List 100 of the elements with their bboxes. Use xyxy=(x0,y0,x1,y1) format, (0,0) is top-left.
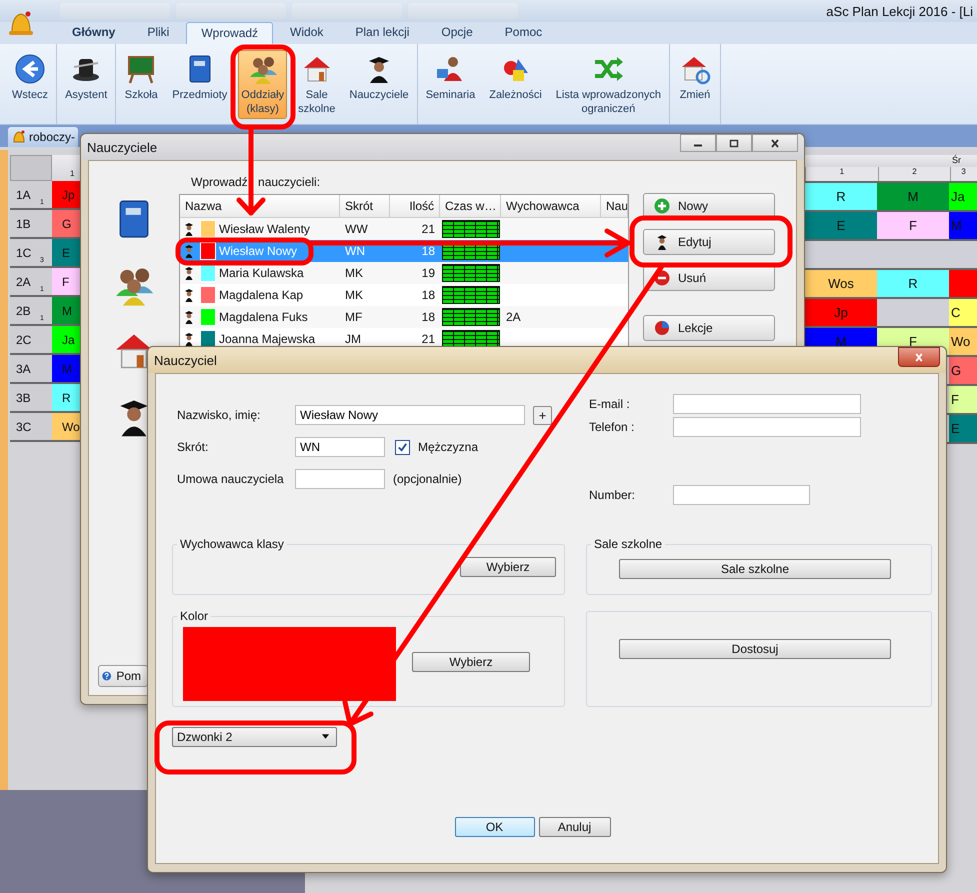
class-label: 3A xyxy=(10,355,52,382)
availability-grid xyxy=(442,220,500,238)
lesson-cell: G xyxy=(949,357,977,384)
graduate-icon xyxy=(184,310,194,324)
ok-button[interactable]: OK xyxy=(454,817,534,837)
toolbar-button[interactable]: Szkoła xyxy=(121,50,162,105)
ribbon-tab[interactable]: Główny xyxy=(57,21,130,44)
browser-tab[interactable] xyxy=(176,3,286,19)
close-icon xyxy=(913,352,925,362)
lesson-cell: R xyxy=(805,183,877,210)
close-button[interactable] xyxy=(752,134,798,152)
availability-grid xyxy=(442,264,500,282)
teacher-row[interactable]: Maria Kulawska MK 19 xyxy=(180,262,628,284)
teacher-row[interactable]: Magdalena Fuks MF 18 2A xyxy=(180,306,628,328)
lesson-cell: R xyxy=(877,270,949,297)
number-field[interactable] xyxy=(673,485,810,505)
browser-tab[interactable] xyxy=(60,3,170,19)
availability-grid xyxy=(442,286,500,304)
checkmark-icon xyxy=(397,442,408,452)
table-cell-text: WN xyxy=(344,243,366,260)
lesson-cell: Ja xyxy=(949,183,977,210)
field-label: Umowa nauczyciela xyxy=(177,472,285,486)
bell-icon xyxy=(11,129,27,145)
teacher-name: Wiesław Nowy xyxy=(219,244,298,258)
class-label: 2A $_{1}$ xyxy=(10,268,52,295)
column-header[interactable]: Czas w… xyxy=(440,195,501,217)
teacher-name: Wiesław Walenty xyxy=(219,222,310,236)
class-label: 1A $_{1}$ xyxy=(10,181,52,208)
graduate-icon xyxy=(184,244,194,258)
toolbar-button[interactable]: Seminaria xyxy=(422,50,478,105)
maximize-button[interactable] xyxy=(716,134,752,152)
table-cell-text: MK xyxy=(344,287,364,304)
browser-tab[interactable] xyxy=(292,3,402,19)
column-header[interactable]: Nazwa xyxy=(180,195,340,217)
bells-dropdown[interactable]: Dzwonki 2 xyxy=(172,727,337,747)
email-field[interactable] xyxy=(673,394,861,414)
abbreviation-field[interactable]: WN xyxy=(295,437,385,457)
maximize-icon xyxy=(728,138,740,148)
browser-tab[interactable] xyxy=(408,3,518,19)
toolbar-button[interactable]: Oddziały (klasy) xyxy=(238,50,288,119)
column-header[interactable]: Nau xyxy=(601,195,628,217)
name-field[interactable]: Wiesław Nowy xyxy=(295,405,525,425)
class-label: 3C xyxy=(10,413,52,440)
teacher-name: Magdalena Fuks xyxy=(219,310,308,324)
class-label: 2B $_{1}$ xyxy=(10,297,52,324)
column-header[interactable]: Wychowawca xyxy=(501,195,601,217)
table-cell-text: 18 xyxy=(420,243,436,260)
customize-button[interactable]: Dostosuj xyxy=(619,639,891,659)
period-number: 3 xyxy=(950,167,977,181)
window-title: Nauczyciele xyxy=(87,140,158,154)
ribbon-tab[interactable]: Widok xyxy=(275,21,338,44)
column-header[interactable]: Skrót xyxy=(340,195,390,217)
caret-icon xyxy=(321,734,330,740)
close-button[interactable] xyxy=(898,347,940,367)
rooms-button[interactable]: Sale szkolne xyxy=(619,559,891,579)
toolbar-button[interactable]: Zależności xyxy=(486,50,545,105)
add-button[interactable]: + xyxy=(533,406,552,424)
ribbon-tab[interactable]: Pliki xyxy=(132,21,184,44)
availability-grid xyxy=(442,308,500,326)
header-cell xyxy=(10,155,52,181)
list-label: Wprowadź nauczycieli: xyxy=(191,175,322,189)
choose-button[interactable]: Wybierz xyxy=(460,557,556,577)
action-button[interactable]: Edytuj xyxy=(643,229,775,255)
column-header[interactable]: Ilość xyxy=(390,195,440,217)
table-cell-text: 21 xyxy=(420,221,436,238)
table-cell-text: MK xyxy=(344,265,364,282)
day-header: Śr xyxy=(805,155,977,167)
field-label: Telefon : xyxy=(589,420,636,434)
contract-field[interactable] xyxy=(295,469,385,489)
help-button[interactable]: Pom xyxy=(98,665,148,687)
field-label: Number: xyxy=(589,488,636,502)
lesson-cell: M xyxy=(877,183,949,210)
toolbar-button[interactable]: Asystent xyxy=(62,50,110,105)
field-label: Skrót: xyxy=(177,440,210,454)
ribbon-tab[interactable]: Plan lekcji xyxy=(340,21,424,44)
toolbar-button[interactable]: Lista wprowadzonych ograniczeń xyxy=(552,50,664,119)
table-cell-text: 18 xyxy=(420,309,436,326)
cancel-button[interactable]: Anuluj xyxy=(538,817,610,837)
action-button[interactable]: Lekcje xyxy=(643,315,775,341)
teacher-row[interactable]: Wiesław Walenty WW 21 xyxy=(180,218,628,240)
toolbar-button[interactable]: Przedmioty xyxy=(169,50,230,105)
toolbar-button[interactable]: Sale szkolne xyxy=(295,50,338,119)
graduate-icon xyxy=(184,332,194,346)
phone-field[interactable] xyxy=(673,417,861,437)
toolbar-button[interactable]: Wstecz xyxy=(9,50,52,105)
lesson-cell: Jp xyxy=(805,299,877,326)
table-cell-text: 2A xyxy=(505,309,522,326)
document-tab[interactable]: roboczy- xyxy=(8,127,78,147)
lesson-cell: Wos xyxy=(805,270,877,297)
ribbon-tab[interactable]: Wprowadź xyxy=(186,22,274,44)
ribbon-tab[interactable]: Pomoc xyxy=(490,21,558,44)
checkbox[interactable] xyxy=(395,440,410,454)
toolbar-button[interactable]: Zmień xyxy=(674,50,715,105)
minimize-button[interactable] xyxy=(680,134,716,152)
ribbon-tab[interactable]: Opcje xyxy=(426,21,488,44)
choose-button[interactable]: Wybierz xyxy=(412,652,530,672)
teacher-name: Magdalena Kap xyxy=(219,288,304,302)
toolbar-button[interactable]: Nauczyciele xyxy=(346,50,412,105)
field-label: Nazwisko, imię: xyxy=(177,408,262,422)
checkbox-label: Mężczyzna xyxy=(418,440,478,454)
